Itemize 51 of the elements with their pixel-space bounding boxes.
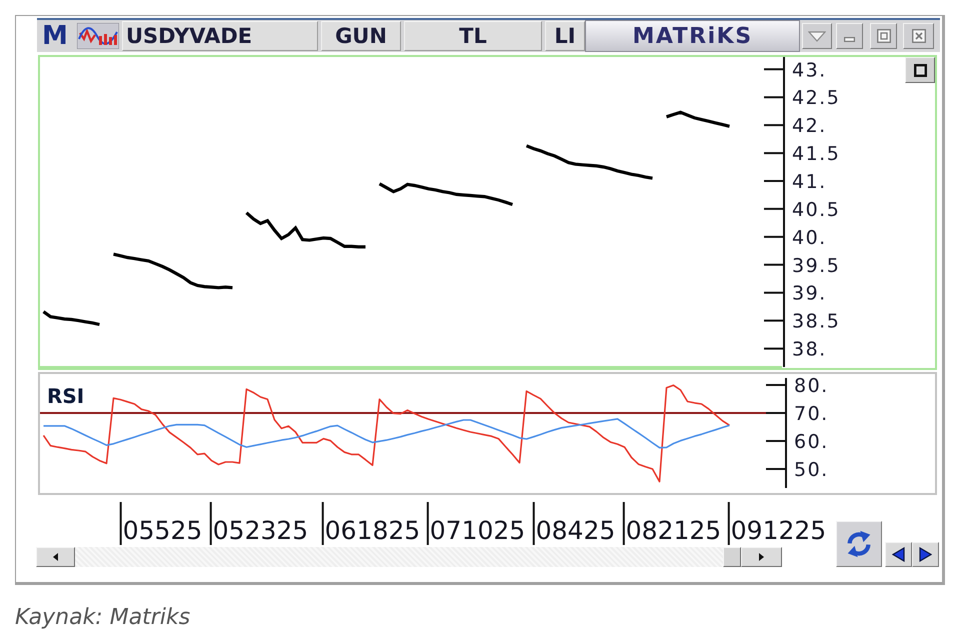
- arrow-right-icon: [919, 547, 932, 562]
- axis-label: 60.: [794, 430, 829, 453]
- axis-label: 39.5: [792, 254, 840, 277]
- triangle-down-icon: [808, 30, 826, 42]
- axis-label: 42.: [792, 115, 827, 138]
- axis-label: 42.5: [792, 87, 840, 110]
- axis-label: 70.: [794, 402, 829, 425]
- close-button[interactable]: [903, 23, 934, 49]
- axis-label: 43.: [792, 59, 827, 82]
- close-icon: [912, 29, 926, 43]
- axis-label: 80.: [794, 375, 829, 397]
- scrollbar-thumb[interactable]: [723, 547, 741, 567]
- refresh-button[interactable]: [836, 521, 882, 567]
- arrow-right-icon: [759, 553, 764, 561]
- axis-label: 50.: [794, 458, 829, 481]
- date-label: 05525: [122, 516, 202, 545]
- axis-label: 41.: [792, 171, 827, 193]
- maximize-icon: [876, 29, 890, 43]
- maximize-button[interactable]: [870, 23, 897, 49]
- toolbar-tab[interactable]: USDYVADE: [122, 21, 318, 51]
- axis-label: 41.5: [792, 143, 840, 166]
- date-label: 082125: [626, 516, 722, 545]
- minimize-icon: [844, 37, 855, 42]
- caption: Kaynak: Matriks: [15, 604, 192, 632]
- square-icon: [914, 64, 926, 76]
- toolbar-tab[interactable]: LI: [545, 21, 585, 51]
- date-label: 071025: [430, 516, 526, 545]
- axis-label: 40.: [792, 226, 827, 249]
- scroll-left-button[interactable]: [36, 547, 75, 567]
- arrow-left-icon: [892, 547, 905, 562]
- brand-logo: MATRiKS: [585, 20, 800, 52]
- scroll-right-button[interactable]: [741, 547, 782, 567]
- axis-label: 39.: [792, 282, 827, 305]
- panel-maximize-button[interactable]: [905, 57, 935, 83]
- next-button[interactable]: [912, 542, 939, 567]
- arrow-left-icon: [53, 553, 58, 561]
- chart-title: RSI: [47, 384, 84, 408]
- toolbar-tab[interactable]: GUN: [321, 21, 401, 51]
- toolbar-tab[interactable]: TL: [404, 21, 542, 51]
- axis-label: 38.5: [792, 310, 840, 333]
- app-logo: M: [42, 21, 67, 51]
- axis-label: 40.5: [792, 198, 840, 221]
- date-label: 052325: [212, 516, 308, 545]
- date-label: 08425: [536, 516, 616, 545]
- previous-button[interactable]: [885, 542, 912, 567]
- minimize-button[interactable]: [836, 23, 863, 49]
- dropdown-button[interactable]: [802, 23, 832, 49]
- chart-wave-icon[interactable]: [77, 23, 119, 49]
- date-label: 091225: [730, 516, 826, 545]
- axis-label: 38.: [792, 338, 827, 361]
- date-label: 061825: [324, 516, 420, 545]
